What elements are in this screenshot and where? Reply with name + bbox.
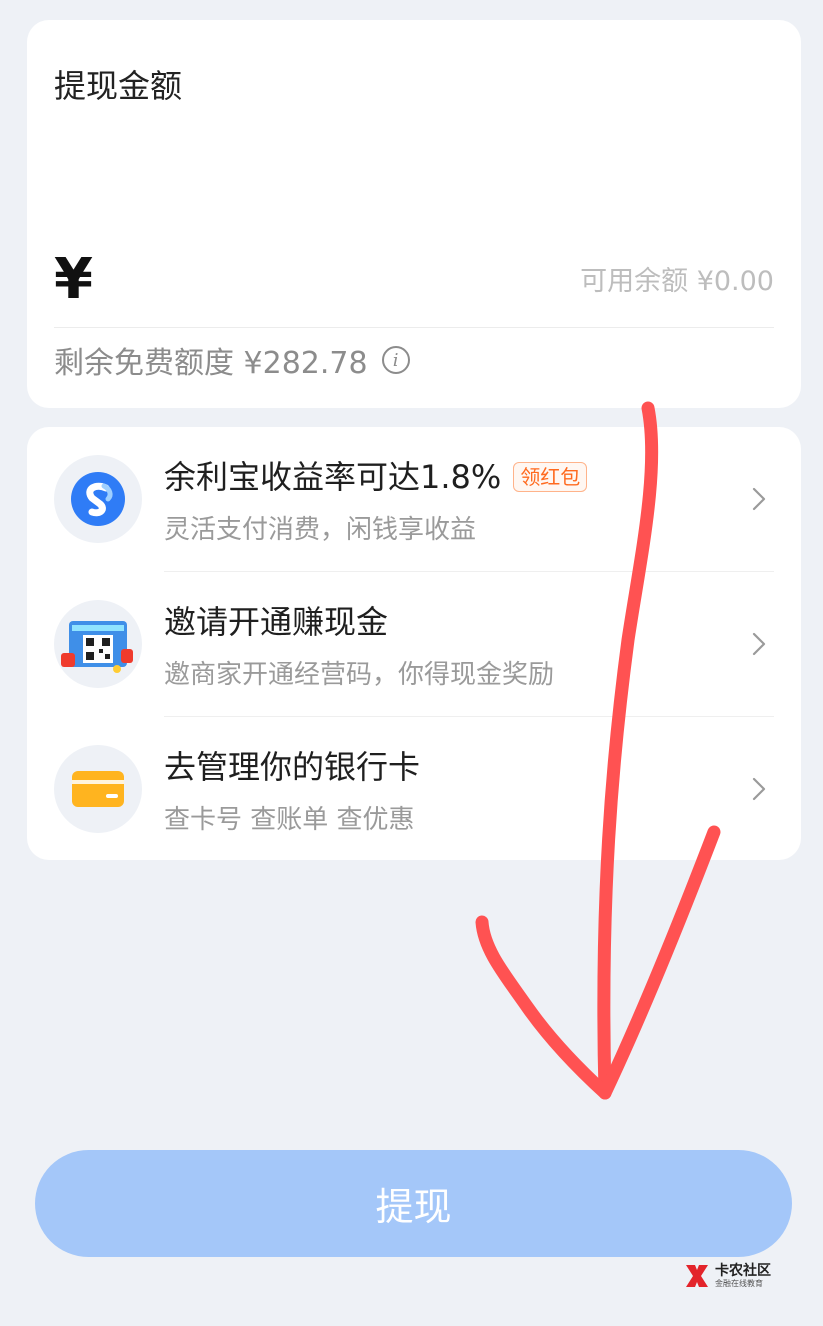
watermark-logo-icon bbox=[686, 1265, 708, 1287]
chevron-right-icon bbox=[752, 487, 766, 511]
watermark: 卡农社区 金融在线教育 bbox=[683, 1260, 771, 1292]
withdraw-amount-card: 提现金额 ¥ 可用余额 ¥0.00 剩余免费额度 ¥282.78 i bbox=[27, 20, 801, 408]
free-quota-row: 剩余免费额度 ¥282.78 i bbox=[54, 338, 410, 382]
item-subtitle: 灵活支付消费，闲钱享收益 bbox=[164, 515, 477, 545]
info-icon[interactable]: i bbox=[381, 346, 410, 374]
chevron-right-icon bbox=[752, 777, 766, 801]
item-title: 去管理你的银行卡 bbox=[164, 745, 420, 789]
free-quota-label: 剩余免费额度 ¥282.78 bbox=[54, 346, 368, 381]
item-title: 余利宝收益率可达1.8% 领红包 bbox=[164, 455, 588, 499]
red-packet-badge[interactable]: 领红包 bbox=[513, 462, 588, 492]
services-list-card: 余利宝收益率可达1.8% 领红包 灵活支付消费，闲钱享收益 邀请开通赚现金 邀商… bbox=[27, 427, 801, 860]
item-title-text: 去管理你的银行卡 bbox=[164, 748, 421, 786]
item-subtitle: 查卡号 查账单 查优惠 bbox=[164, 805, 415, 835]
item-subtitle: 邀商家开通经营码，你得现金奖励 bbox=[164, 660, 555, 690]
yulibao-logo-icon bbox=[54, 455, 142, 543]
amount-input-row[interactable]: ¥ 可用余额 ¥0.00 bbox=[54, 242, 774, 328]
chevron-right-icon bbox=[752, 632, 766, 656]
withdraw-submit-button[interactable]: 提现 bbox=[35, 1150, 792, 1257]
amount-title: 提现金额 bbox=[54, 67, 183, 105]
bank-card-icon bbox=[54, 745, 142, 833]
item-title-text: 邀请开通赚现金 bbox=[164, 603, 389, 641]
available-balance: 可用余额 ¥0.00 bbox=[580, 266, 774, 297]
list-item-bank-card[interactable]: 去管理你的银行卡 查卡号 查账单 查优惠 bbox=[27, 717, 801, 862]
currency-symbol: ¥ bbox=[54, 247, 93, 312]
qr-invite-icon bbox=[54, 600, 142, 688]
list-item-invite[interactable]: 邀请开通赚现金 邀商家开通经营码，你得现金奖励 bbox=[27, 572, 801, 717]
watermark-subtitle: 金融在线教育 bbox=[715, 1279, 763, 1288]
list-item-yulibao[interactable]: 余利宝收益率可达1.8% 领红包 灵活支付消费，闲钱享收益 bbox=[27, 427, 801, 572]
item-title-text: 余利宝收益率可达1.8% bbox=[164, 458, 502, 496]
item-title: 邀请开通赚现金 bbox=[164, 600, 388, 644]
watermark-title: 卡农社区 bbox=[715, 1263, 771, 1279]
